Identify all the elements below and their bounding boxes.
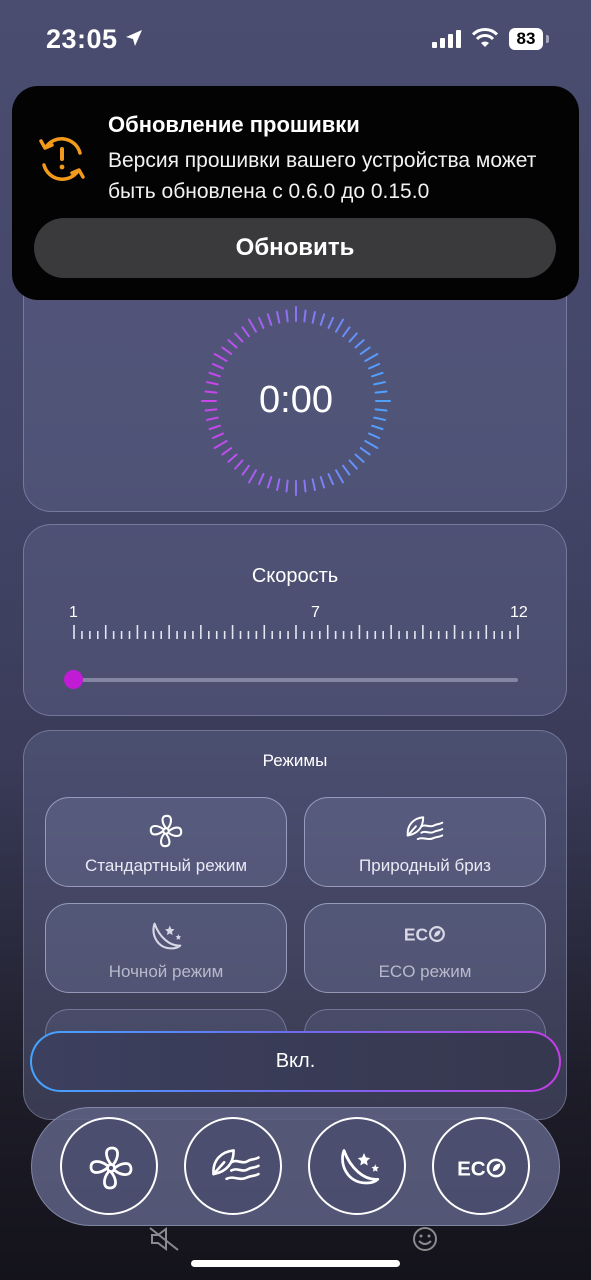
speed-slider-track[interactable]: [74, 678, 518, 682]
notification-body: Версия прошивки вашего устройства может …: [108, 149, 537, 203]
location-arrow-icon: [126, 30, 142, 46]
wifi-icon: [472, 28, 498, 47]
timer-value: 0:00: [259, 379, 333, 421]
speed-card: Скорость 1 7 12: [23, 524, 567, 716]
timer-tick: [342, 464, 351, 476]
timer-tick: [335, 318, 344, 333]
timer-tick: [276, 478, 281, 492]
timer-tick: [311, 310, 316, 324]
timer-tick: [276, 310, 281, 324]
timer-tick: [241, 326, 250, 338]
update-warning-icon: [39, 137, 85, 181]
timer-tick: [221, 346, 233, 355]
modes-title: Режимы: [262, 751, 328, 770]
home-indicator[interactable]: [191, 1260, 400, 1267]
timer-tick: [248, 469, 257, 484]
timer-tick: [364, 440, 379, 449]
timer-tick: [311, 478, 316, 492]
timer-tick: [368, 362, 381, 370]
timer-tick: [241, 464, 250, 476]
timer-tick: [266, 476, 273, 489]
speed-title: Скорость: [251, 565, 339, 587]
status-time: 23:05: [46, 24, 118, 54]
timer-tick: [348, 459, 358, 470]
speed-max-label: 12: [510, 604, 528, 621]
timer-tick: [354, 339, 365, 349]
timer-tick: [327, 316, 335, 329]
speed-mid-label: 7: [311, 604, 320, 621]
eco-icon: EC: [404, 924, 445, 944]
fan-icon: [89, 1146, 133, 1190]
timer-tick: [208, 424, 221, 431]
fan-icon: [149, 814, 183, 848]
moon-stars-icon: [341, 1149, 380, 1185]
timer-tick: [248, 318, 257, 333]
timer-tick: [213, 353, 228, 362]
timer-tick: [303, 479, 307, 493]
timer-tick: [319, 313, 326, 326]
timer-tick: [368, 432, 381, 440]
timer-tick: [359, 447, 371, 456]
timer-tick: [303, 309, 307, 323]
timer-tick: [266, 313, 273, 326]
timer-tick: [227, 453, 238, 463]
timer-tick: [364, 353, 379, 362]
timer-tick: [371, 424, 384, 431]
timer-tick: [327, 473, 335, 486]
timer-tick: [213, 440, 228, 449]
dock-breeze-button[interactable]: [184, 1117, 282, 1215]
mode-breeze-button[interactable]: Природный бриз: [304, 797, 546, 887]
timer-tick: [359, 346, 371, 355]
timer-tick: [257, 316, 265, 329]
leaf-wind-icon: [212, 1149, 260, 1181]
mode-standard-label: Стандартный режим: [84, 856, 248, 875]
battery-tip: [546, 35, 549, 43]
timer-tick: [221, 447, 233, 456]
dock-fan-button[interactable]: [60, 1117, 158, 1215]
cellular-signal-icon: [432, 30, 461, 48]
svg-text:EC: EC: [457, 1158, 486, 1181]
mode-breeze-label: Природный бриз: [359, 856, 491, 875]
timer-tick: [257, 473, 265, 486]
timer-tick: [208, 371, 221, 378]
moon-stars-icon: [152, 922, 182, 950]
timer-tick: [371, 371, 384, 378]
dock-night-button[interactable]: [308, 1117, 406, 1215]
power-button-label: Вкл.: [275, 1050, 316, 1072]
timer-tick: [227, 339, 238, 349]
mode-standard-button[interactable]: Стандартный режим: [45, 797, 287, 887]
timer-tick: [211, 362, 224, 370]
leaf-wind-icon: [406, 816, 444, 841]
speed-scale: [73, 625, 519, 639]
dock-eco-button[interactable]: EC: [432, 1117, 530, 1215]
update-button[interactable]: Обновить: [34, 218, 556, 278]
timer-tick: [348, 332, 358, 343]
timer-tick: [234, 332, 244, 343]
timer-tick: [234, 459, 244, 470]
timer-tick: [285, 479, 289, 493]
battery-indicator: 83: [509, 28, 543, 50]
timer-tick: [319, 476, 326, 489]
notification-title: Обновление прошивки: [108, 112, 360, 137]
mode-eco-label: ECO режим: [378, 962, 472, 981]
timer-tick: [211, 432, 224, 440]
mode-night-button[interactable]: Ночной режим: [45, 903, 287, 993]
speed-min-label: 1: [69, 604, 78, 621]
status-bar: 23:05 83: [0, 0, 591, 80]
mode-eco-button[interactable]: EC ECO режим: [304, 903, 546, 993]
mode-night-label: Ночной режим: [108, 962, 224, 981]
timer-tick: [285, 309, 289, 323]
timer-tick: [335, 469, 344, 484]
mute-icon: [149, 1227, 179, 1251]
speed-slider-thumb[interactable]: [64, 670, 83, 689]
timer-tick: [354, 453, 365, 463]
svg-text:EC: EC: [404, 924, 429, 944]
eco-icon: EC: [457, 1158, 506, 1181]
smile-icon: [413, 1227, 437, 1251]
timer-tick: [342, 326, 351, 338]
